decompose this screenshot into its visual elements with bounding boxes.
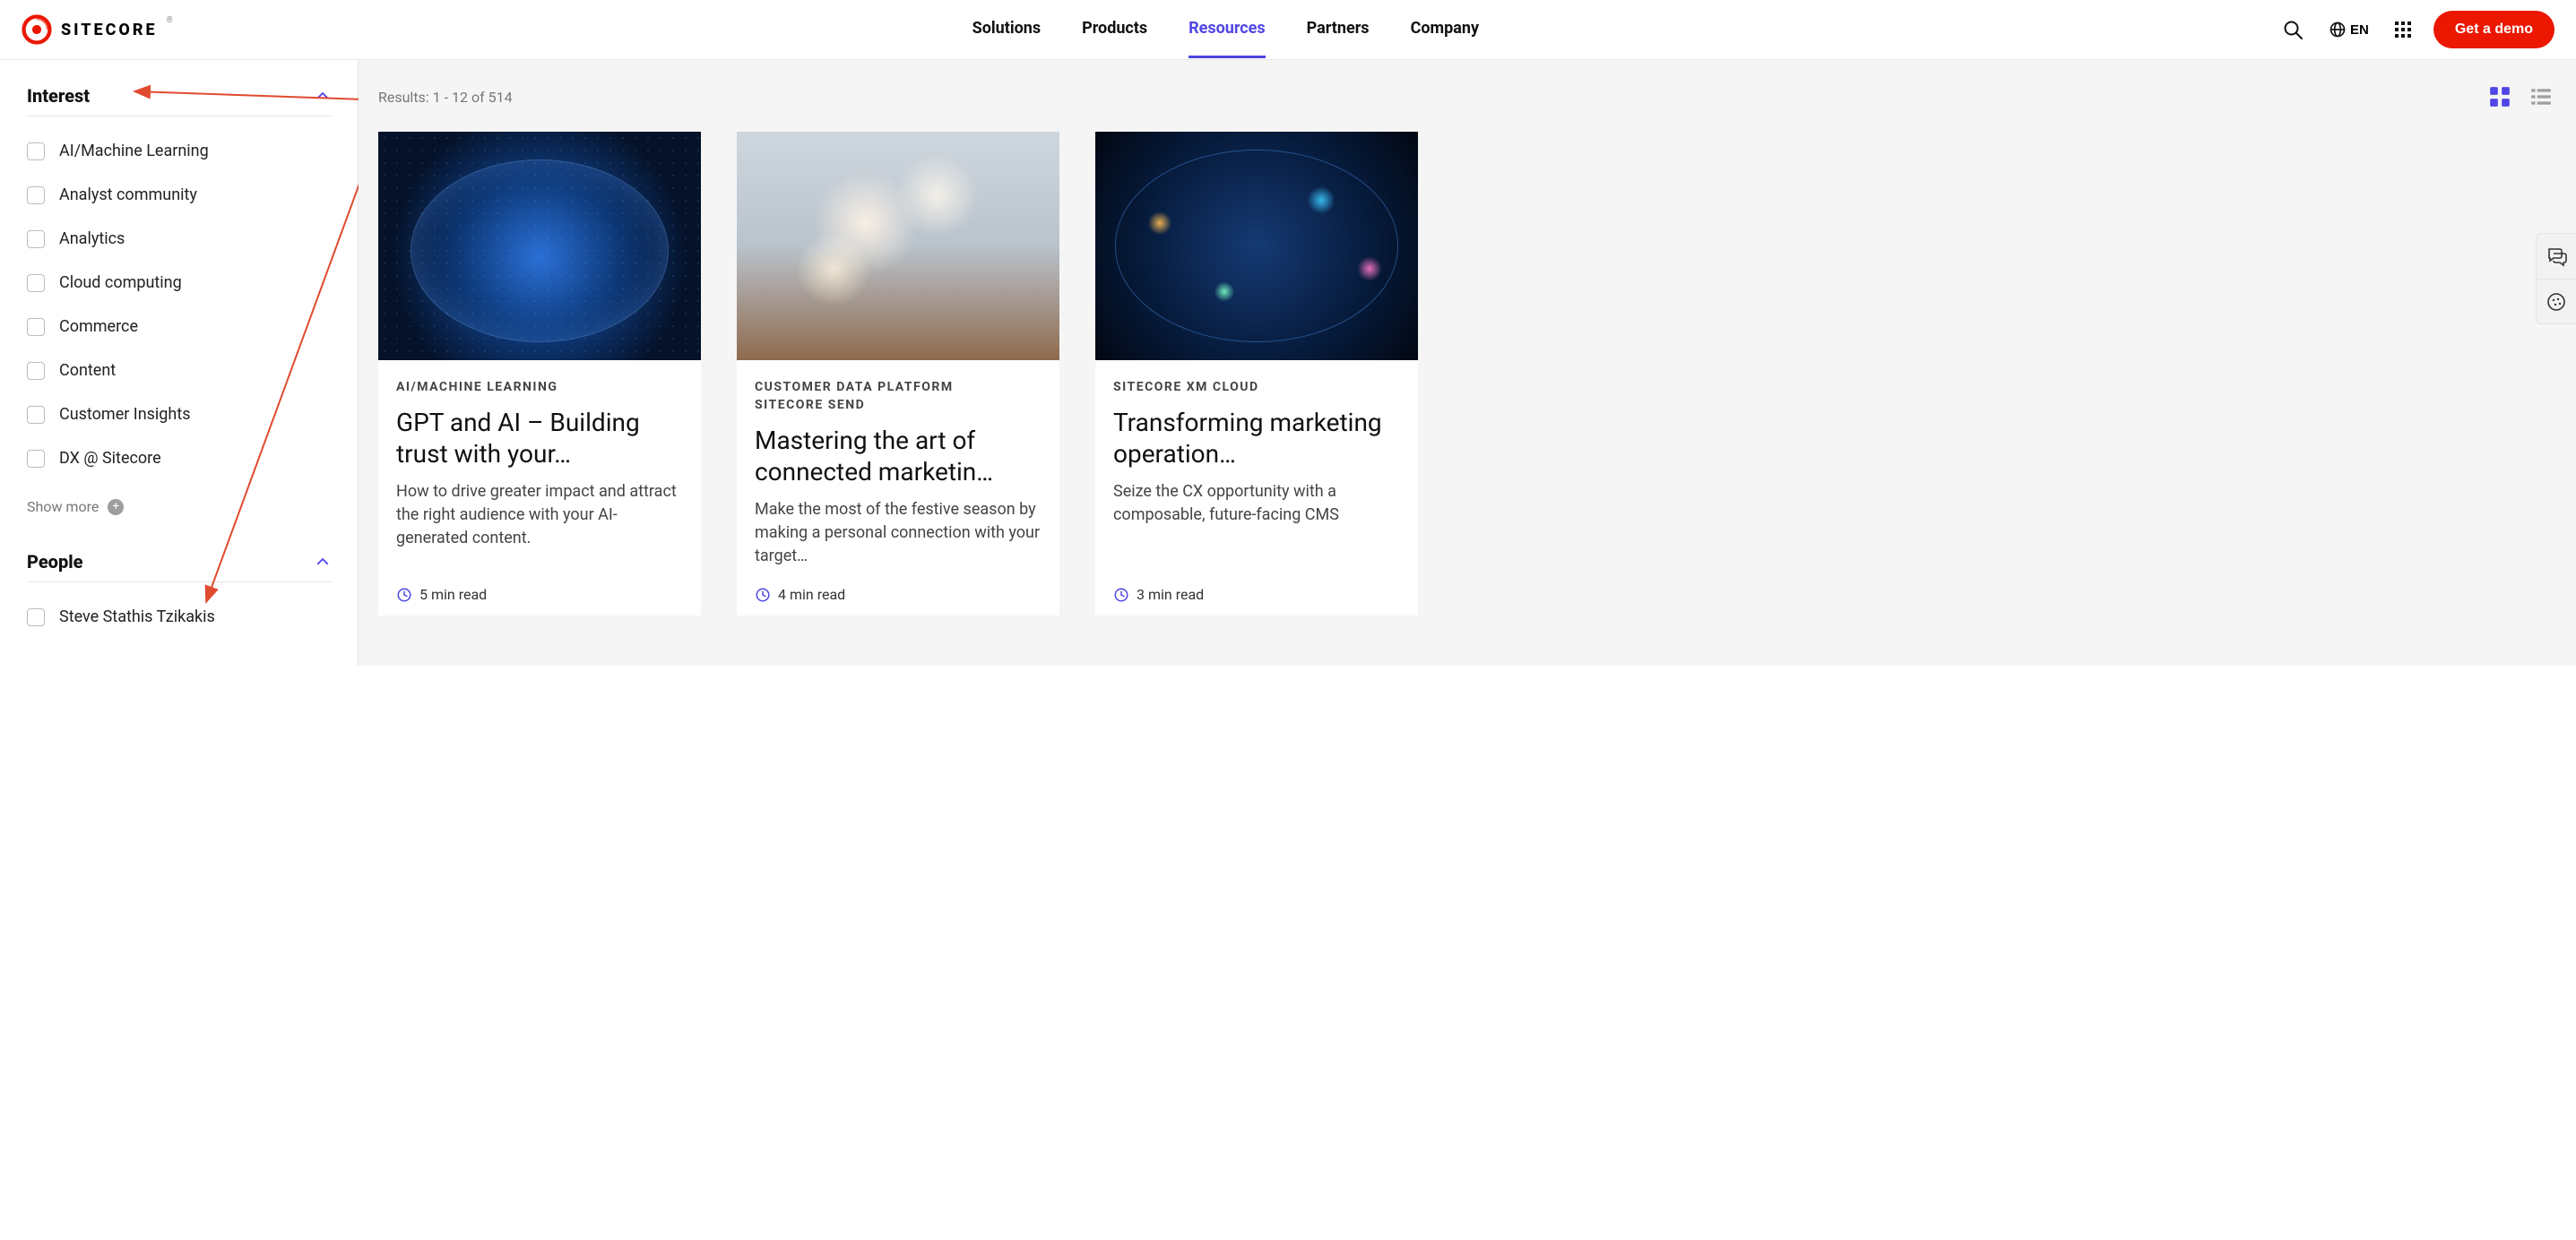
filter-option[interactable]: DX @ Sitecore xyxy=(27,436,331,480)
card-image xyxy=(378,132,701,360)
card-footer: 4 min read xyxy=(737,579,1059,616)
card-footer: 3 min read xyxy=(1095,579,1418,616)
show-more-button[interactable]: Show more + xyxy=(27,498,331,521)
filter-group-people: People Steve Stathis Tzikakis xyxy=(27,551,331,626)
resource-card[interactable]: CUSTOMER DATA PLATFORM SITECORE SEND Mas… xyxy=(737,132,1059,616)
results-bar: Results: 1 - 12 of 514 xyxy=(378,82,2556,112)
card-desc: How to drive greater impact and attract … xyxy=(396,480,683,550)
plus-icon: + xyxy=(108,499,124,515)
filter-option[interactable]: Cloud computing xyxy=(27,261,331,305)
filter-header-interest[interactable]: Interest xyxy=(27,85,331,116)
checkbox-icon[interactable] xyxy=(27,230,45,248)
nav-resources[interactable]: Resources xyxy=(1189,1,1266,58)
main-content: Results: 1 - 12 of 514 xyxy=(359,60,2576,666)
clock-icon xyxy=(396,587,412,603)
filter-option[interactable]: Analytics xyxy=(27,217,331,261)
logo-text: SITECORE xyxy=(61,21,158,39)
resource-card[interactable]: AI/MACHINE LEARNING GPT and AI – Buildin… xyxy=(378,132,701,616)
header-right: EN Get a demo xyxy=(2278,11,2554,48)
list-view-button[interactable] xyxy=(2526,82,2556,112)
tag: SITECORE SEND xyxy=(755,398,865,412)
card-desc: Make the most of the festive season by m… xyxy=(755,498,1042,568)
search-button[interactable] xyxy=(2278,15,2307,44)
card-footer: 5 min read xyxy=(378,579,701,616)
filter-option[interactable]: Analyst community xyxy=(27,173,331,217)
apps-grid-button[interactable] xyxy=(2390,17,2416,42)
card-title: Mastering the art of connected marketin… xyxy=(755,425,1042,487)
nav-company[interactable]: Company xyxy=(1411,1,1479,58)
cookie-icon xyxy=(2546,291,2567,313)
nav-partners[interactable]: Partners xyxy=(1307,1,1370,58)
filter-list: Steve Stathis Tzikakis xyxy=(27,582,331,626)
primary-nav: Solutions Products Resources Partners Co… xyxy=(173,1,2278,58)
filter-title: People xyxy=(27,551,82,573)
logo-mark-icon xyxy=(22,14,52,45)
tag-row: SITECORE XM CLOUD xyxy=(1113,380,1400,394)
language-code: EN xyxy=(2350,22,2369,38)
site-header: SITECORE ® Solutions Products Resources … xyxy=(0,0,2576,60)
globe-icon xyxy=(2329,21,2347,39)
search-icon xyxy=(2282,19,2304,40)
read-time: 4 min read xyxy=(778,586,845,603)
card-body: AI/MACHINE LEARNING GPT and AI – Buildin… xyxy=(378,360,701,579)
checkbox-icon[interactable] xyxy=(27,318,45,336)
card-body: CUSTOMER DATA PLATFORM SITECORE SEND Mas… xyxy=(737,360,1059,579)
card-title: GPT and AI – Building trust with your… xyxy=(396,407,683,469)
card-grid: AI/MACHINE LEARNING GPT and AI – Buildin… xyxy=(378,132,2556,616)
grid-icon xyxy=(2394,21,2412,39)
logo[interactable]: SITECORE ® xyxy=(22,14,173,45)
chat-button[interactable] xyxy=(2537,234,2576,279)
tag-row: CUSTOMER DATA PLATFORM SITECORE SEND xyxy=(755,380,1042,412)
filter-option[interactable]: Steve Stathis Tzikakis xyxy=(27,595,331,626)
card-desc: Seize the CX opportunity with a composab… xyxy=(1113,480,1400,527)
view-toggle xyxy=(2485,82,2556,112)
card-title: Transforming marketing operation… xyxy=(1113,407,1400,469)
grid-view-button[interactable] xyxy=(2485,82,2515,112)
chevron-up-icon xyxy=(315,554,331,570)
read-time: 3 min read xyxy=(1137,586,1204,603)
filter-option[interactable]: AI/Machine Learning xyxy=(27,129,331,173)
checkbox-icon[interactable] xyxy=(27,186,45,204)
clock-icon xyxy=(755,587,771,603)
language-selector[interactable]: EN xyxy=(2325,17,2373,42)
tag-row: AI/MACHINE LEARNING xyxy=(396,380,683,394)
tag: SITECORE XM CLOUD xyxy=(1113,380,1259,394)
filter-option[interactable]: Commerce xyxy=(27,305,331,349)
chat-icon xyxy=(2546,245,2567,267)
chevron-up-icon xyxy=(315,88,331,104)
checkbox-icon[interactable] xyxy=(27,406,45,424)
page: Interest AI/Machine Learning Analyst com… xyxy=(0,60,2576,666)
resource-card[interactable]: SITECORE XM CLOUD Transforming marketing… xyxy=(1095,132,1418,616)
checkbox-icon[interactable] xyxy=(27,142,45,160)
tag: CUSTOMER DATA PLATFORM xyxy=(755,380,954,394)
card-body: SITECORE XM CLOUD Transforming marketing… xyxy=(1095,360,1418,579)
card-image xyxy=(737,132,1059,360)
floating-rail xyxy=(2536,233,2576,324)
nav-solutions[interactable]: Solutions xyxy=(972,1,1041,58)
clock-icon xyxy=(1113,587,1129,603)
tag: AI/MACHINE LEARNING xyxy=(396,380,558,394)
list-view-icon xyxy=(2529,85,2553,108)
filter-sidebar: Interest AI/Machine Learning Analyst com… xyxy=(0,60,359,666)
filter-title: Interest xyxy=(27,85,90,107)
checkbox-icon[interactable] xyxy=(27,450,45,468)
card-image xyxy=(1095,132,1418,360)
checkbox-icon[interactable] xyxy=(27,608,45,626)
nav-products[interactable]: Products xyxy=(1082,1,1147,58)
filter-header-people[interactable]: People xyxy=(27,551,331,582)
filter-option[interactable]: Customer Insights xyxy=(27,392,331,436)
filter-group-interest: Interest AI/Machine Learning Analyst com… xyxy=(27,85,331,521)
grid-view-icon xyxy=(2488,85,2511,108)
checkbox-icon[interactable] xyxy=(27,274,45,292)
cookie-settings-button[interactable] xyxy=(2537,279,2576,323)
checkbox-icon[interactable] xyxy=(27,362,45,380)
cta-demo[interactable]: Get a demo xyxy=(2433,11,2554,48)
results-count: Results: 1 - 12 of 514 xyxy=(378,89,513,106)
filter-list: AI/Machine Learning Analyst community An… xyxy=(27,116,331,498)
filter-option[interactable]: Content xyxy=(27,349,331,392)
read-time: 5 min read xyxy=(419,586,487,603)
